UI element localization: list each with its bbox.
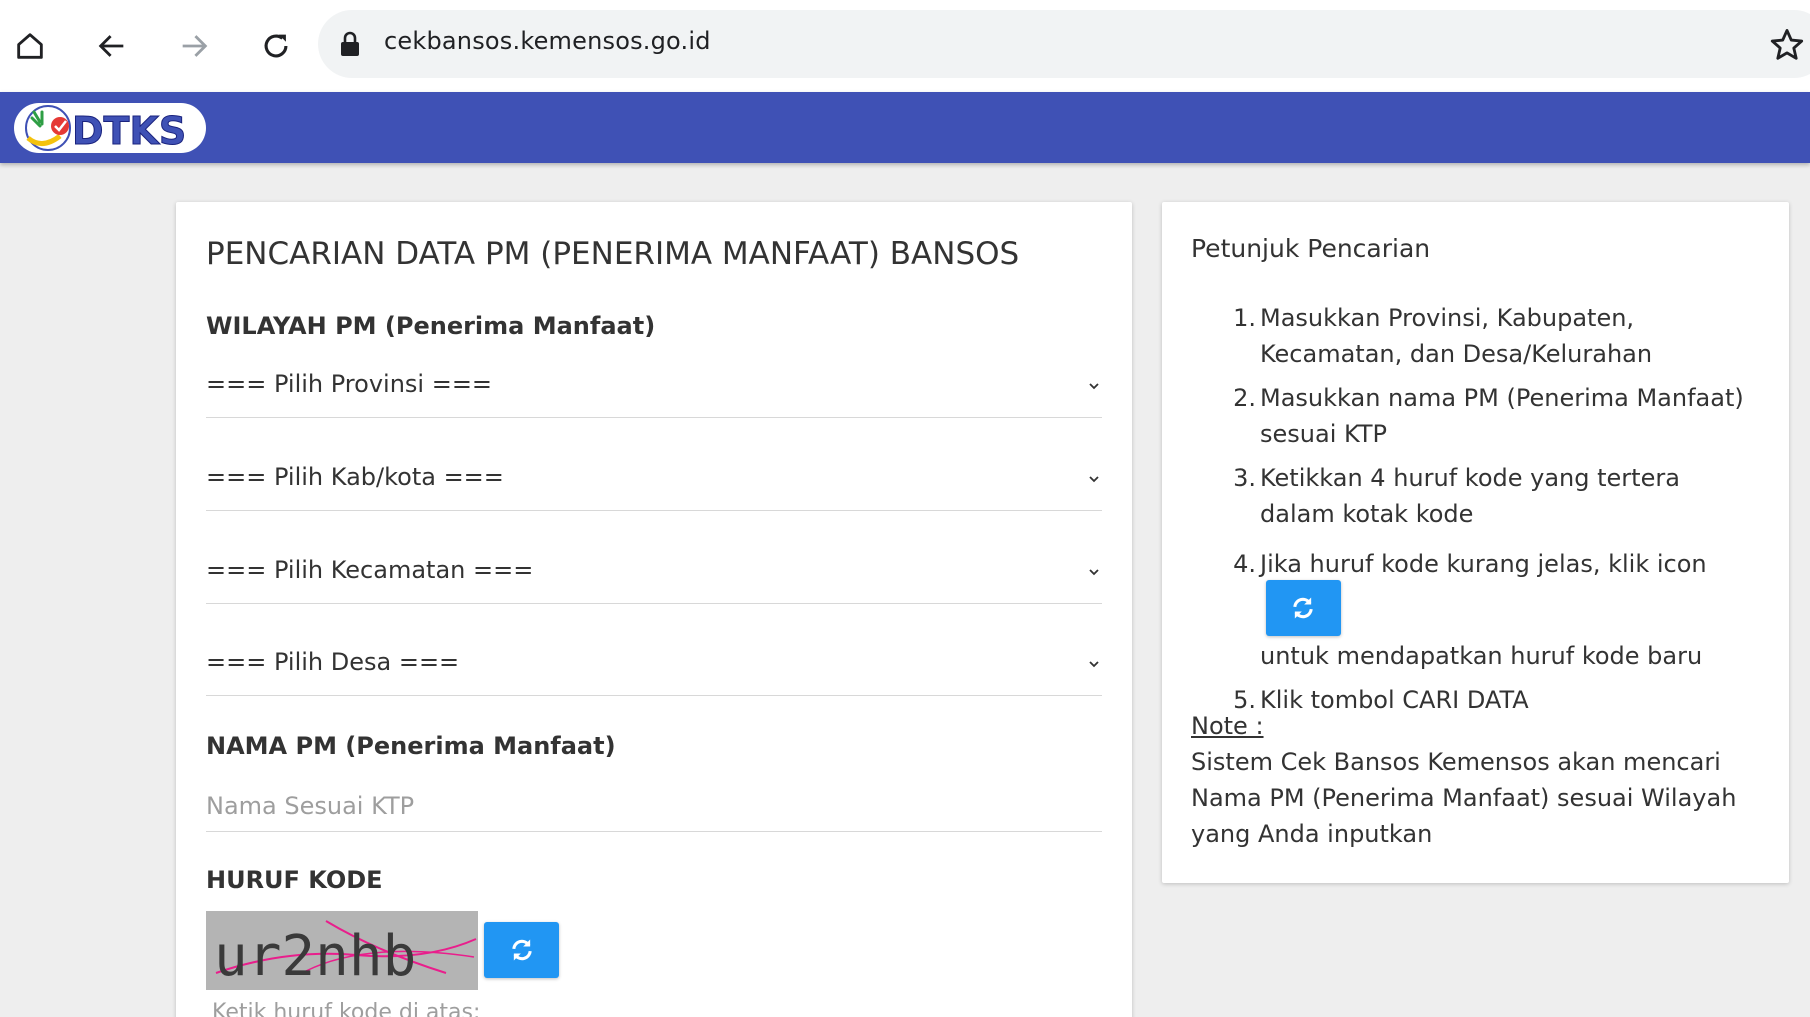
kabkota-select[interactable]: === Pilih Kab/kota === xyxy=(206,451,1102,511)
kecamatan-select-value: === Pilih Kecamatan === xyxy=(206,556,534,584)
search-form-card: PENCARIAN DATA PM (PENERIMA MANFAAT) BAN… xyxy=(176,202,1132,1017)
guide-refresh-icon-button[interactable] xyxy=(1266,580,1341,636)
note-label: Note : xyxy=(1191,712,1264,740)
guide-step: 4. Jika huruf kode kurang jelas, klik ic… xyxy=(1233,550,1707,670)
provinsi-select-value: === Pilih Provinsi === xyxy=(206,370,493,398)
guide-step: 3. Ketikkan 4 huruf kode yang tertera da… xyxy=(1233,464,1680,528)
dtks-logo[interactable]: DTKS xyxy=(12,100,208,156)
chevron-down-icon xyxy=(1089,476,1099,483)
lock-icon xyxy=(341,31,359,56)
guide-step: 1. Masukkan Provinsi, Kabupaten, Kecamat… xyxy=(1233,304,1653,368)
guide-step: 2. Masukkan nama PM (Penerima Manfaat) s… xyxy=(1233,384,1744,448)
bookmark-star-icon[interactable] xyxy=(1768,26,1806,64)
captcha-refresh-button[interactable] xyxy=(484,922,559,978)
chevron-down-icon xyxy=(1089,661,1099,668)
chevron-down-icon xyxy=(1089,383,1099,390)
kabkota-select-value: === Pilih Kab/kota === xyxy=(206,463,504,491)
guide-card: Petunjuk Pencarian 1. Masukkan Provinsi,… xyxy=(1162,202,1789,883)
back-arrow-icon[interactable] xyxy=(84,18,140,74)
kecamatan-select[interactable]: === Pilih Kecamatan === xyxy=(206,544,1102,604)
page-title: PENCARIAN DATA PM (PENERIMA MANFAAT) BAN… xyxy=(206,236,1020,272)
note-block: Note : Sistem Cek Bansos Kemensos akan m… xyxy=(1191,708,1761,852)
reload-icon[interactable] xyxy=(248,18,304,74)
chevron-down-icon xyxy=(1089,569,1099,576)
guide-steps: 1. Masukkan Provinsi, Kabupaten, Kecamat… xyxy=(1232,300,1762,726)
captcha-text: ur2nhb xyxy=(214,924,416,989)
guide-title: Petunjuk Pencarian xyxy=(1191,234,1431,263)
captcha-image: ur2nhb xyxy=(206,911,478,990)
wilayah-label: WILAYAH PM (Penerima Manfaat) xyxy=(206,312,656,340)
desa-select-value: === Pilih Desa === xyxy=(206,648,460,676)
nama-input[interactable]: Nama Sesuai KTP xyxy=(206,782,1102,832)
forward-arrow-icon[interactable] xyxy=(166,18,222,74)
url-text: cekbansos.kemensos.go.id xyxy=(384,27,711,55)
site-header: DTKS xyxy=(0,92,1810,163)
home-icon[interactable] xyxy=(2,18,58,74)
logo-text: DTKS xyxy=(72,109,186,153)
desa-select[interactable]: === Pilih Desa === xyxy=(206,636,1102,696)
provinsi-select[interactable]: === Pilih Provinsi === xyxy=(206,358,1102,418)
nama-input-placeholder: Nama Sesuai KTP xyxy=(206,792,415,820)
note-text: Sistem Cek Bansos Kemensos akan mencari … xyxy=(1191,748,1737,848)
refresh-icon xyxy=(1293,597,1313,619)
huruf-kode-label: HURUF KODE xyxy=(206,866,383,894)
refresh-icon xyxy=(511,939,532,961)
captcha-hint: Ketik huruf kode di atas: xyxy=(212,1000,481,1017)
nama-label: NAMA PM (Penerima Manfaat) xyxy=(206,732,616,760)
browser-toolbar: cekbansos.kemensos.go.id xyxy=(0,0,1810,92)
